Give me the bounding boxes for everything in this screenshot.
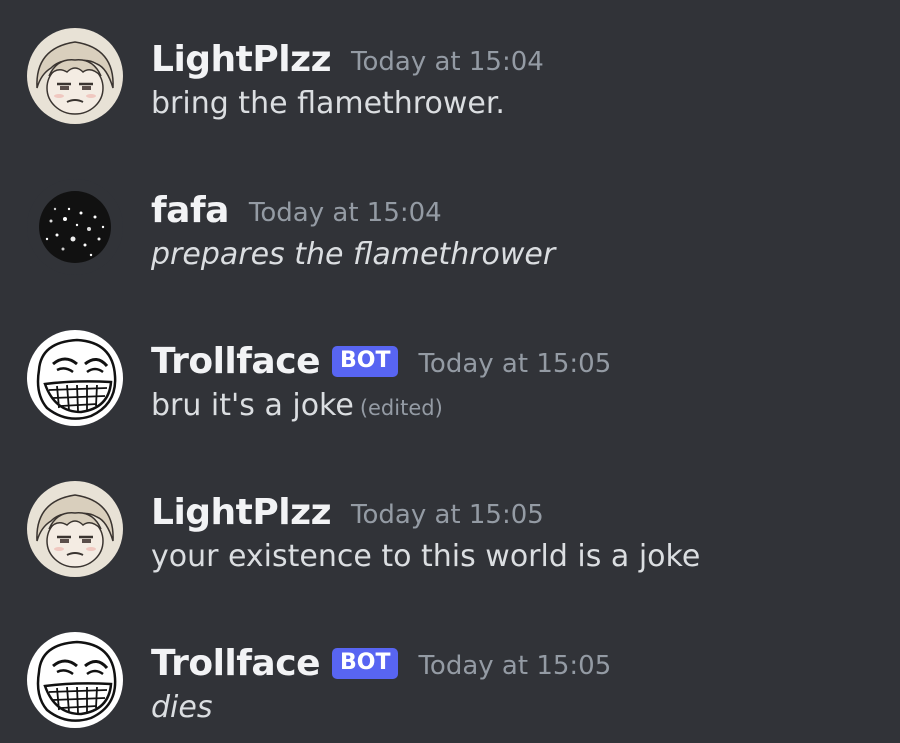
username[interactable]: LightPlzz xyxy=(151,492,332,533)
username[interactable]: Trollface xyxy=(151,341,320,382)
username[interactable]: fafa xyxy=(151,190,229,231)
message-header: LightPlzz Today at 15:05 xyxy=(151,487,544,537)
anime-boy-avatar-icon[interactable] xyxy=(27,28,123,124)
chat-message: fafa Today at 15:04 prepares the flameth… xyxy=(0,175,900,295)
trollface-avatar-icon[interactable] xyxy=(27,330,123,426)
timestamp[interactable]: Today at 15:04 xyxy=(249,198,442,228)
bot-tag: BOT xyxy=(331,647,399,679)
message-text: bring the flamethrower. xyxy=(151,86,505,121)
dark-noise-avatar-icon[interactable] xyxy=(27,179,123,275)
chat-message: Trollface BOT Today at 15:05 dies xyxy=(0,628,900,743)
username[interactable]: Trollface xyxy=(151,643,320,684)
chat-message: LightPlzz Today at 15:04 bring the flame… xyxy=(0,24,900,144)
anime-boy-avatar-icon[interactable] xyxy=(27,481,123,577)
bot-tag: BOT xyxy=(331,345,399,377)
message-text: prepares the flamethrower xyxy=(151,237,556,272)
edited-label[interactable]: (edited) xyxy=(360,396,443,420)
username[interactable]: LightPlzz xyxy=(151,39,332,80)
message-content: bru it's a joke (edited) xyxy=(151,388,443,423)
chat-message: LightPlzz Today at 15:05 your existence … xyxy=(0,477,900,597)
timestamp[interactable]: Today at 15:05 xyxy=(418,349,611,379)
timestamp[interactable]: Today at 15:04 xyxy=(351,47,544,77)
message-header: Trollface BOT Today at 15:05 xyxy=(151,336,611,386)
message-content: dies xyxy=(151,690,212,725)
message-header: LightPlzz Today at 15:04 xyxy=(151,34,544,84)
message-text: dies xyxy=(151,690,213,725)
timestamp[interactable]: Today at 15:05 xyxy=(418,651,611,681)
message-text: bru it's a joke xyxy=(151,388,354,423)
message-content: your existence to this world is a joke xyxy=(151,539,700,574)
message-header: fafa Today at 15:04 xyxy=(151,185,442,235)
message-text: your existence to this world is a joke xyxy=(151,539,701,574)
chat-message-list: LightPlzz Today at 15:04 bring the flame… xyxy=(0,0,900,743)
timestamp[interactable]: Today at 15:05 xyxy=(351,500,544,530)
trollface-avatar-icon[interactable] xyxy=(27,632,123,728)
message-content: prepares the flamethrower xyxy=(151,237,555,272)
message-content: bring the flamethrower. xyxy=(151,86,505,121)
chat-message: Trollface BOT Today at 15:05 bru it's a … xyxy=(0,326,900,446)
message-header: Trollface BOT Today at 15:05 xyxy=(151,638,611,688)
